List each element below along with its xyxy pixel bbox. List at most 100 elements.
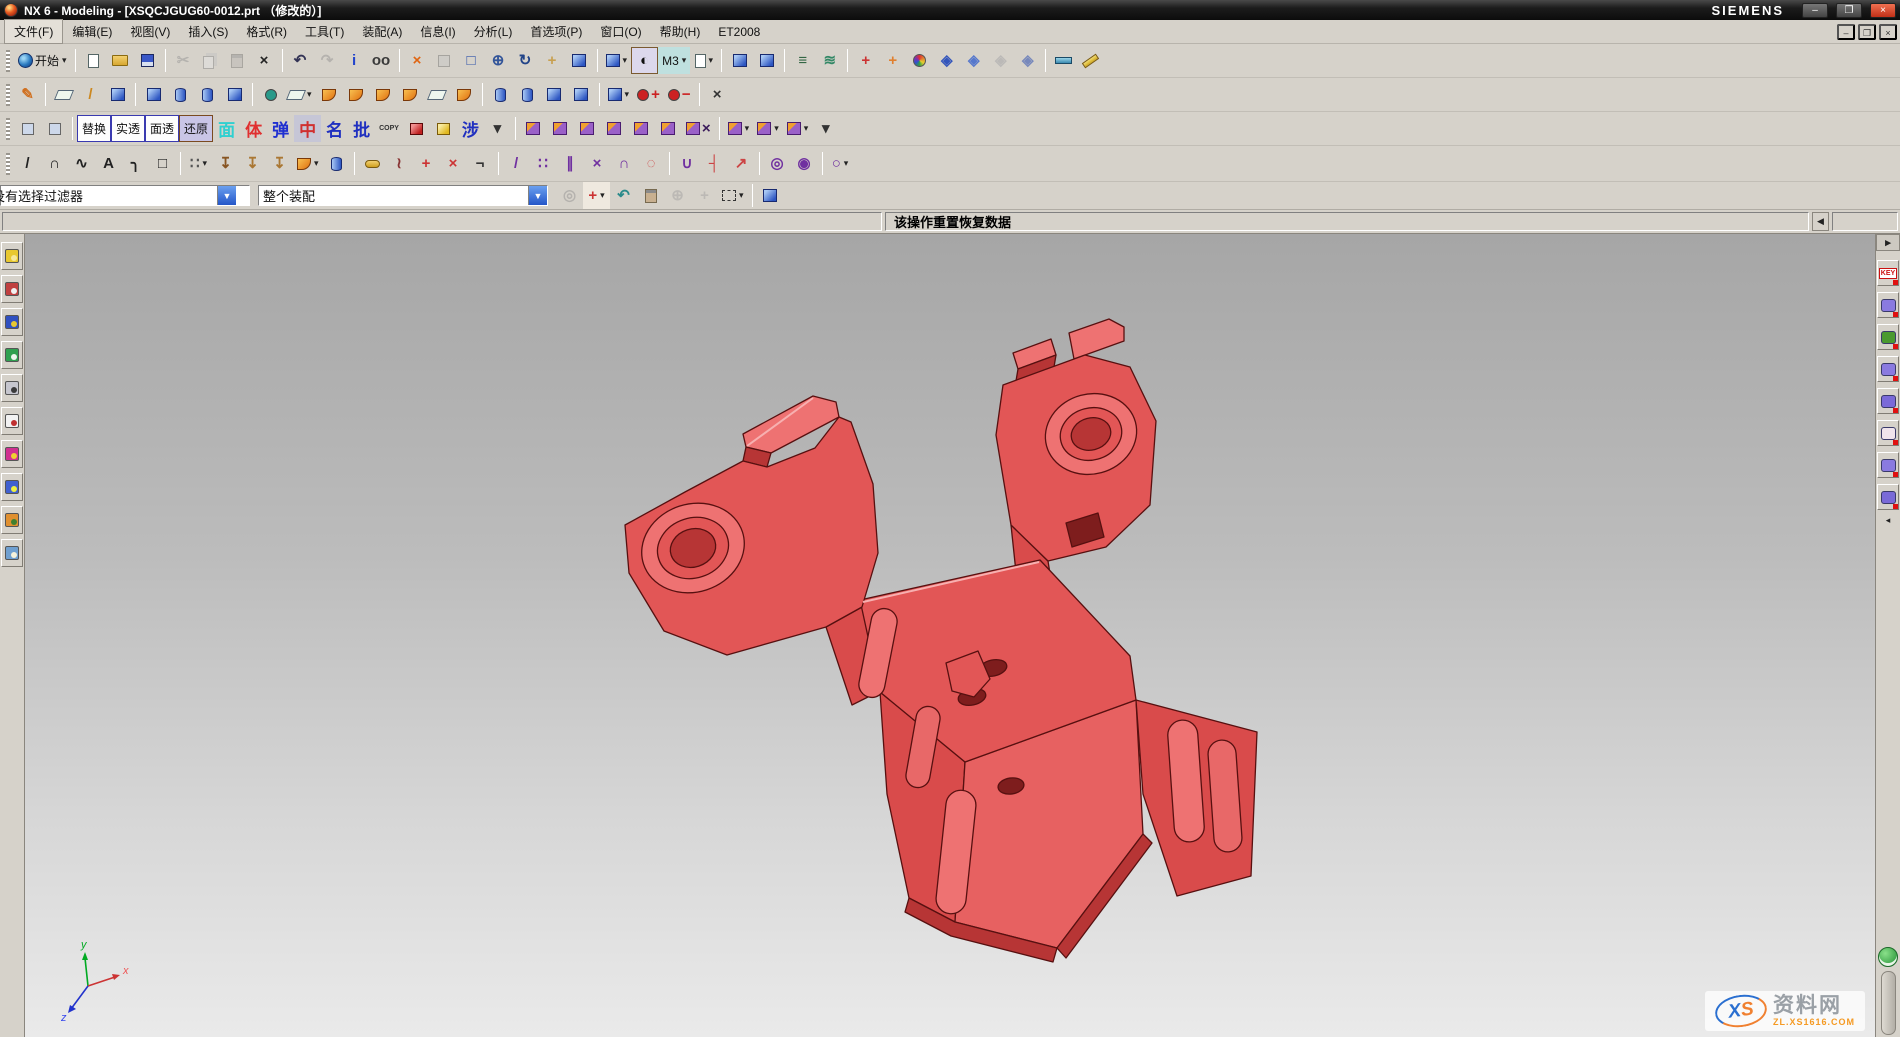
circle-center-point-button[interactable]: ◎ xyxy=(764,150,791,177)
graphics-viewport[interactable]: x y z X S 资料网 ZL.XS1616.COM xyxy=(25,234,1875,1037)
system-scenes-tab[interactable] xyxy=(1,539,23,567)
menu-item-9[interactable]: 首选项(P) xyxy=(521,20,591,43)
batch-tool-button[interactable]: 批 xyxy=(348,115,375,142)
edge-blend-button[interactable] xyxy=(343,81,370,108)
open-file-button[interactable] xyxy=(107,47,134,74)
assembly-constraints-button[interactable] xyxy=(547,115,574,142)
section-curve-button[interactable]: ↧ xyxy=(266,150,293,177)
replace-component-button[interactable] xyxy=(601,115,628,142)
face-blend-button[interactable] xyxy=(370,81,397,108)
internet-explorer-tab[interactable] xyxy=(1,341,23,369)
start-button[interactable]: 开始▾ xyxy=(14,47,71,74)
quick-extend-button[interactable]: ↗ xyxy=(728,150,755,177)
composite-curve-button[interactable]: + xyxy=(413,150,440,177)
solid-transparent-button[interactable]: 实透 xyxy=(111,115,145,142)
mdi-close-button[interactable]: × xyxy=(1879,24,1897,40)
datum-plane-button[interactable] xyxy=(50,81,77,108)
copy-component-button[interactable]: ▾ xyxy=(724,115,754,142)
menu-item-6[interactable]: 装配(A) xyxy=(353,20,411,43)
datum-plane-dropdown-button[interactable]: ▾ xyxy=(284,81,316,108)
instance-feature-button[interactable]: ▾ xyxy=(604,81,634,108)
capture-green-dot-icon[interactable] xyxy=(1878,947,1898,967)
arc-through-points-button[interactable]: ∩ xyxy=(611,150,638,177)
cross-lines-button[interactable]: × xyxy=(584,150,611,177)
sew-button[interactable] xyxy=(424,81,451,108)
restore-button[interactable]: 还原 xyxy=(179,115,213,142)
point-set-button[interactable]: ∷▾ xyxy=(185,150,212,177)
face-analysis-button[interactable]: ▾ xyxy=(690,47,717,74)
bridge-curve-button[interactable]: ≀ xyxy=(386,150,413,177)
more-tools-button[interactable]: ▾ xyxy=(484,115,511,142)
shaded-selection-cube-button[interactable] xyxy=(757,182,784,209)
chevron-down-icon[interactable]: ▼ xyxy=(528,186,547,205)
datum-csys-button[interactable] xyxy=(104,81,131,108)
component-spacing-button[interactable]: ▾ xyxy=(783,115,813,142)
palette-item-elbow-mount-part[interactable] xyxy=(1877,484,1899,510)
selection-filter-combo[interactable]: 没有选择过滤器 ▼ xyxy=(0,185,250,206)
menu-item-8[interactable]: 分析(L) xyxy=(465,20,522,43)
palette-item-key[interactable]: KEY xyxy=(1877,260,1899,286)
key-tool-button[interactable] xyxy=(359,150,386,177)
menu-item-12[interactable]: ET2008 xyxy=(709,22,769,42)
delete-constraint-button[interactable]: × xyxy=(682,115,715,142)
mate-constraint-button[interactable] xyxy=(628,115,655,142)
menu-item-11[interactable]: 帮助(H) xyxy=(651,20,710,43)
face-tool-button[interactable]: 面 xyxy=(213,115,240,142)
show-hide-component-button[interactable] xyxy=(726,47,753,74)
corner-curve-button[interactable]: ¬ xyxy=(467,150,494,177)
undo-button[interactable]: ↶ xyxy=(287,47,314,74)
trim-body-button[interactable] xyxy=(568,81,595,108)
layer-visible-in-view-button[interactable]: ≋ xyxy=(816,47,843,74)
toolbar-grip[interactable] xyxy=(6,84,10,106)
find-button[interactable]: oo xyxy=(368,47,395,74)
system-materials-tab[interactable] xyxy=(1,407,23,435)
replace-button[interactable]: 替换 xyxy=(77,115,111,142)
red-cube-tool-button[interactable] xyxy=(403,115,430,142)
sketch-point-button[interactable]: ∷ xyxy=(530,150,557,177)
work-section-button[interactable] xyxy=(753,47,780,74)
block-button[interactable] xyxy=(221,81,248,108)
zoom-in-out-button[interactable]: ⊕ xyxy=(485,47,512,74)
thicken-button[interactable] xyxy=(451,81,478,108)
menu-item-7[interactable]: 信息(I) xyxy=(411,20,464,43)
menu-item-4[interactable]: 格式(R) xyxy=(237,20,296,43)
manufacturing-wizard-tab[interactable] xyxy=(1,473,23,501)
object-display-toggle-button[interactable] xyxy=(14,115,41,142)
corner-button[interactable]: ╮ xyxy=(122,150,149,177)
layer-settings-button[interactable]: ≡ xyxy=(789,47,816,74)
invert-shown-button[interactable]: ◈ xyxy=(1014,47,1041,74)
parallel-lines-button[interactable]: ∥ xyxy=(557,150,584,177)
view-orientation-button[interactable]: ▾ xyxy=(602,47,632,74)
part-navigator-tab[interactable] xyxy=(1,308,23,336)
rectangle-button[interactable]: □ xyxy=(149,150,176,177)
delete-face-button[interactable]: × xyxy=(704,81,731,108)
offset-region-minus-button[interactable]: − xyxy=(664,81,695,108)
assembly-navigator-tab[interactable] xyxy=(1,242,23,270)
save-button[interactable] xyxy=(134,47,161,74)
sketch-line-button[interactable]: / xyxy=(503,150,530,177)
circle-two-point-button[interactable]: ◉ xyxy=(791,150,818,177)
palette-collapse-button[interactable]: ◂ xyxy=(1877,513,1899,527)
face-transparent-button[interactable]: 面透 xyxy=(145,115,179,142)
graphics-canvas[interactable]: x y z xyxy=(25,234,1875,1037)
project-curve-button[interactable]: ↧ xyxy=(212,150,239,177)
circle-radius-button[interactable]: ○▾ xyxy=(827,150,854,177)
extrude-button[interactable] xyxy=(140,81,167,108)
edit-object-display-button[interactable] xyxy=(906,47,933,74)
wcs-dynamics-button[interactable]: + xyxy=(879,47,906,74)
perspective-button[interactable] xyxy=(566,47,593,74)
menu-item-3[interactable]: 插入(S) xyxy=(179,20,237,43)
spline-button[interactable]: ∿ xyxy=(68,150,95,177)
revolve-button[interactable] xyxy=(167,81,194,108)
snap-point-button[interactable]: +▾ xyxy=(583,182,610,209)
move-component-button[interactable] xyxy=(520,115,547,142)
rollback-selection-button[interactable]: ↶ xyxy=(610,182,637,209)
subtract-button[interactable] xyxy=(514,81,541,108)
status-nav-back-button[interactable]: ◀ xyxy=(1812,212,1829,231)
text-button[interactable]: A xyxy=(95,150,122,177)
palette-item-three-hole-plate-part[interactable] xyxy=(1877,388,1899,414)
palette-expand-button[interactable]: ▸ xyxy=(1876,234,1900,251)
menu-item-5[interactable]: 工具(T) xyxy=(296,20,353,43)
pattern-component-button[interactable]: ▾ xyxy=(753,115,783,142)
trim-curve-button[interactable]: × xyxy=(440,150,467,177)
